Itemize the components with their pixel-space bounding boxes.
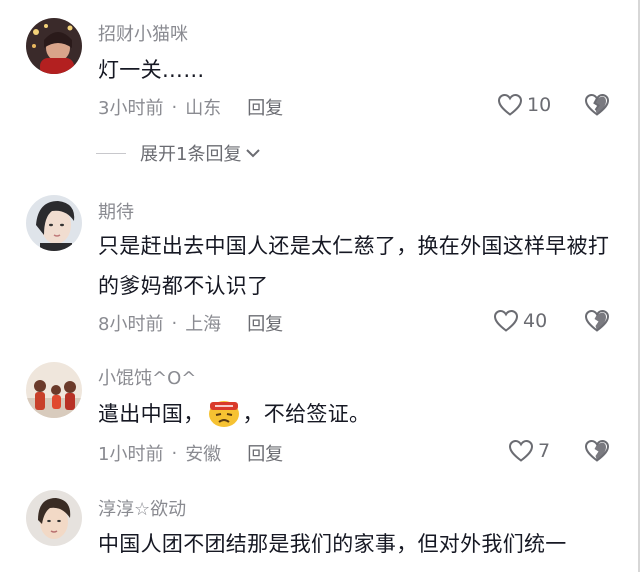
broken-heart-icon xyxy=(584,93,610,116)
dislike-button[interactable] xyxy=(584,93,610,121)
like-button[interactable]: 40 xyxy=(493,309,547,333)
comment-text: 灯一关…… xyxy=(98,58,205,82)
comment-item: 小馄饨^O^ 遣出中国， ，不给签证。 1小时前 · 安徽 回复 7 xyxy=(0,350,636,480)
like-count: 40 xyxy=(523,310,548,332)
reply-button[interactable]: 回复 xyxy=(247,440,283,466)
comment-meta: 8小时前 · 上海 回复 xyxy=(98,310,283,336)
comment-username[interactable]: 淳淳☆欲动 xyxy=(98,495,186,521)
avatar[interactable] xyxy=(26,18,82,74)
comment-username[interactable]: 招财小猫咪 xyxy=(98,20,188,46)
meta-separator: · xyxy=(171,442,178,464)
avatar[interactable] xyxy=(26,362,82,418)
comment-location: 山东 xyxy=(185,98,222,119)
comment-item: 招财小猫咪 灯一关…… 3小时前 · 山东 回复 10 展开1条回复 xyxy=(0,0,636,180)
meta-separator: · xyxy=(171,312,178,334)
comment-username[interactable]: 期待 xyxy=(98,198,134,224)
expand-replies-label: 展开1条回复 xyxy=(140,144,242,165)
comment-text-part: 遣出中国， xyxy=(98,402,205,426)
heart-outline-icon xyxy=(493,309,519,332)
avatar[interactable] xyxy=(26,490,82,546)
expand-replies-button[interactable]: 展开1条回复 xyxy=(96,140,261,166)
comment-location: 上海 xyxy=(185,314,222,335)
meta-separator: · xyxy=(171,96,178,118)
like-button[interactable]: 7 xyxy=(508,439,550,463)
comment-text: 遣出中国， ，不给签证。 xyxy=(98,394,618,434)
comment-location: 安徽 xyxy=(185,444,222,465)
heart-outline-icon xyxy=(497,93,523,116)
dislike-button[interactable] xyxy=(584,439,610,467)
like-count: 7 xyxy=(538,440,551,462)
comment-time: 3小时前 xyxy=(98,98,164,119)
comment-item: 期待 只是赶出去中国人还是太仁慈了，换在外国这样早被打的爹妈都不认识了 8小时前… xyxy=(0,180,636,350)
comment-meta: 1小时前 · 安徽 回复 xyxy=(98,440,283,466)
like-count: 10 xyxy=(527,94,552,116)
comment-username[interactable]: 小馄饨^O^ xyxy=(98,364,196,390)
comment-text-part: ，不给签证。 xyxy=(242,402,371,426)
comment-time: 1小时前 xyxy=(98,444,164,465)
expand-divider xyxy=(96,152,126,154)
comment-meta: 3小时前 · 山东 回复 xyxy=(98,94,283,120)
like-button[interactable]: 10 xyxy=(497,93,551,117)
chevron-down-icon xyxy=(246,149,261,158)
dislike-button[interactable] xyxy=(584,309,610,337)
comment-time: 8小时前 xyxy=(98,314,164,335)
comment-item: 淳淳☆欲动 中国人团不团结那是我们的家事，但对外我们统一 xyxy=(0,480,636,572)
broken-heart-icon xyxy=(584,439,610,462)
comment-text: 只是赶出去中国人还是太仁慈了，换在外国这样早被打的爹妈都不认识了 xyxy=(98,234,610,298)
reply-button[interactable]: 回复 xyxy=(247,94,283,120)
broken-heart-icon xyxy=(584,309,610,332)
heart-outline-icon xyxy=(508,439,534,462)
angry-face-emoji xyxy=(207,396,241,428)
comment-text: 中国人团不团结那是我们的家事，但对外我们统一 xyxy=(98,532,567,556)
reply-button[interactable]: 回复 xyxy=(247,310,283,336)
avatar[interactable] xyxy=(26,195,82,251)
